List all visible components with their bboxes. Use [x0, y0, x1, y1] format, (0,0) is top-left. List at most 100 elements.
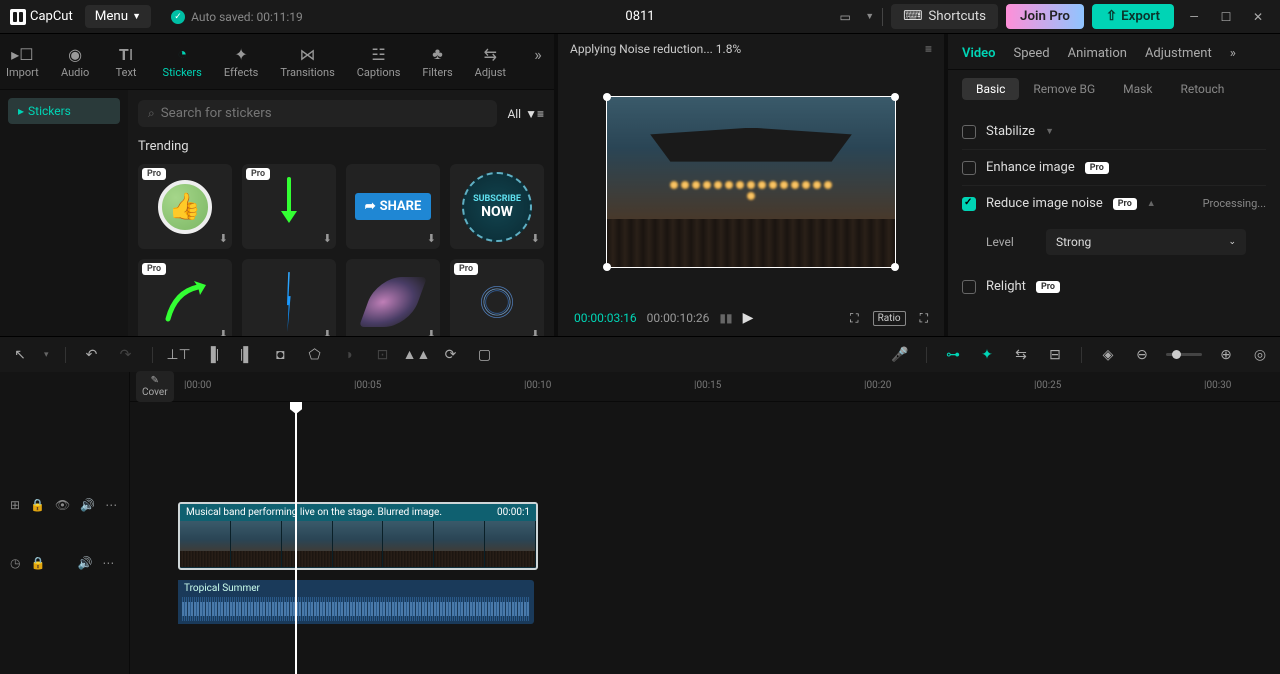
- close-icon[interactable]: ✕: [1246, 5, 1270, 29]
- tab-video[interactable]: Video: [962, 46, 996, 61]
- filter-button[interactable]: All ▼≡: [507, 107, 544, 121]
- tab-transitions[interactable]: ⋈Transitions: [278, 40, 336, 83]
- mute-icon[interactable]: 🔊: [80, 498, 95, 512]
- tabs-more-icon[interactable]: »: [1230, 46, 1236, 61]
- sticker-lightning[interactable]: ⬇: [242, 259, 336, 336]
- layout-icon[interactable]: ▭: [833, 5, 857, 29]
- tab-audio[interactable]: ◉Audio: [59, 40, 92, 83]
- freeze-icon[interactable]: ⊡: [373, 347, 393, 363]
- audio-clip[interactable]: Tropical Summer: [178, 580, 534, 624]
- timeline-ruler[interactable]: ✎ Cover |00:00 |00:05 |00:10 |00:15 |00:…: [130, 372, 1280, 402]
- maximize-icon[interactable]: ☐: [1214, 5, 1238, 29]
- mic-icon[interactable]: 🎤: [890, 347, 910, 363]
- project-title[interactable]: 0811: [625, 9, 654, 24]
- canvas-frame[interactable]: [606, 96, 896, 268]
- cover-button[interactable]: ✎ Cover: [136, 371, 174, 402]
- tab-effects[interactable]: ✦Effects: [222, 40, 261, 83]
- download-icon[interactable]: ⬇: [531, 232, 540, 245]
- crop2-icon[interactable]: ▢: [475, 347, 495, 363]
- rotate-icon[interactable]: ⟳: [441, 347, 461, 363]
- marker-icon[interactable]: ◈: [1098, 347, 1118, 363]
- select-tool-icon[interactable]: ↖: [10, 347, 30, 363]
- level-select[interactable]: Strong⌄: [1046, 229, 1246, 255]
- fullscreen-icon[interactable]: ⛶: [920, 311, 928, 326]
- compare-icon[interactable]: ⛶: [850, 311, 858, 326]
- sticker-firework[interactable]: Pro⬇: [450, 259, 544, 336]
- more-icon[interactable]: ⋯: [105, 498, 117, 512]
- shortcuts-button[interactable]: ⌨ Shortcuts: [891, 4, 998, 29]
- zoom-in-icon[interactable]: ⊕: [1216, 347, 1236, 363]
- mask-icon[interactable]: ⬠: [305, 347, 325, 363]
- clock-icon[interactable]: ◷: [10, 556, 20, 570]
- resize-handle[interactable]: [891, 93, 899, 101]
- playhead[interactable]: [295, 402, 297, 674]
- download-icon[interactable]: ⬇: [427, 232, 436, 245]
- resize-handle[interactable]: [891, 263, 899, 271]
- prev-frame-icon[interactable]: ▮▮: [719, 311, 732, 325]
- zoom-fit-icon[interactable]: ◎: [1250, 347, 1270, 363]
- search-input[interactable]: [161, 106, 488, 121]
- mute-icon[interactable]: 🔊: [77, 556, 92, 570]
- split-icon[interactable]: ⊥⊤: [169, 347, 189, 363]
- zoom-out-icon[interactable]: ⊖: [1132, 347, 1152, 363]
- lock-icon[interactable]: 🔒: [30, 556, 45, 570]
- expand-icon[interactable]: ⊞: [10, 498, 20, 512]
- snap-icon[interactable]: ✦: [977, 347, 997, 363]
- ratio-button[interactable]: Ratio: [873, 311, 906, 326]
- export-button[interactable]: ⇧ Export: [1092, 4, 1174, 29]
- tab-captions[interactable]: ☳Captions: [355, 40, 403, 83]
- preview-cut-icon[interactable]: ⊟: [1045, 347, 1065, 363]
- undo-icon[interactable]: ↶: [82, 347, 102, 363]
- eye-icon[interactable]: 👁: [55, 498, 70, 512]
- trim-left-icon[interactable]: ▐|: [203, 346, 223, 363]
- more-icon[interactable]: ⋯: [102, 556, 114, 570]
- tab-text[interactable]: TIText: [110, 40, 143, 83]
- reduce-noise-checkbox[interactable]: [962, 197, 976, 211]
- preview-canvas[interactable]: [570, 64, 932, 300]
- subtab-retouch[interactable]: Retouch: [1166, 78, 1238, 100]
- resize-handle[interactable]: [603, 93, 611, 101]
- crop-icon[interactable]: ◘: [271, 346, 291, 363]
- download-icon[interactable]: ⬇: [219, 328, 228, 336]
- play-button[interactable]: ▶: [743, 310, 754, 326]
- resize-handle[interactable]: [603, 263, 611, 271]
- search-input-wrap[interactable]: ⌕: [138, 100, 497, 127]
- sticker-arrow-down[interactable]: Pro⬇: [242, 164, 336, 249]
- subtab-basic[interactable]: Basic: [962, 78, 1019, 100]
- video-clip[interactable]: Musical band performing live on the stag…: [178, 502, 538, 570]
- sticker-subscribe[interactable]: SUBSCRIBENOW⬇: [450, 164, 544, 249]
- sticker-thumbs-up[interactable]: Pro👍⬇: [138, 164, 232, 249]
- trim-right-icon[interactable]: |▌: [237, 346, 257, 363]
- sticker-arrow-curve[interactable]: Pro⬇: [138, 259, 232, 336]
- tab-filters[interactable]: ♣Filters: [420, 40, 454, 83]
- tab-stickers[interactable]: ◔Stickers: [161, 40, 204, 83]
- download-icon[interactable]: ⬇: [323, 232, 332, 245]
- sticker-share[interactable]: ➦ SHARE⬇: [346, 164, 440, 249]
- tab-adjust[interactable]: ⇆Adjust: [473, 40, 508, 83]
- tab-import[interactable]: ▸☐Import: [4, 40, 41, 83]
- preview-menu-icon[interactable]: ≡: [925, 42, 932, 56]
- tab-speed[interactable]: Speed: [1014, 46, 1050, 61]
- subtab-mask[interactable]: Mask: [1109, 78, 1166, 100]
- enhance-checkbox[interactable]: [962, 161, 976, 175]
- relight-checkbox[interactable]: [962, 280, 976, 294]
- link-icon[interactable]: ⇆: [1011, 347, 1031, 363]
- mirror-icon[interactable]: ▲▲: [407, 346, 427, 363]
- menu-button[interactable]: Menu▼: [85, 5, 151, 28]
- lock-icon[interactable]: 🔒: [30, 498, 45, 512]
- sidebar-stickers[interactable]: ▸ Stickers: [8, 98, 120, 124]
- sticker-wing[interactable]: ⬇: [346, 259, 440, 336]
- join-pro-button[interactable]: Join Pro: [1006, 4, 1084, 29]
- subtab-removebg[interactable]: Remove BG: [1019, 78, 1109, 100]
- download-icon[interactable]: ⬇: [427, 328, 436, 336]
- redo-icon[interactable]: ↷: [116, 347, 136, 363]
- download-icon[interactable]: ⬇: [323, 328, 332, 336]
- zoom-slider[interactable]: [1166, 353, 1202, 356]
- magnet-icon[interactable]: ⊶: [943, 347, 963, 363]
- tracks-area[interactable]: Musical band performing live on the stag…: [130, 402, 1280, 674]
- tab-adjustment[interactable]: Adjustment: [1145, 46, 1212, 61]
- stabilize-checkbox[interactable]: [962, 125, 976, 139]
- minimize-icon[interactable]: —: [1182, 5, 1206, 29]
- download-icon[interactable]: ⬇: [531, 328, 540, 336]
- tabs-more[interactable]: »: [526, 40, 550, 83]
